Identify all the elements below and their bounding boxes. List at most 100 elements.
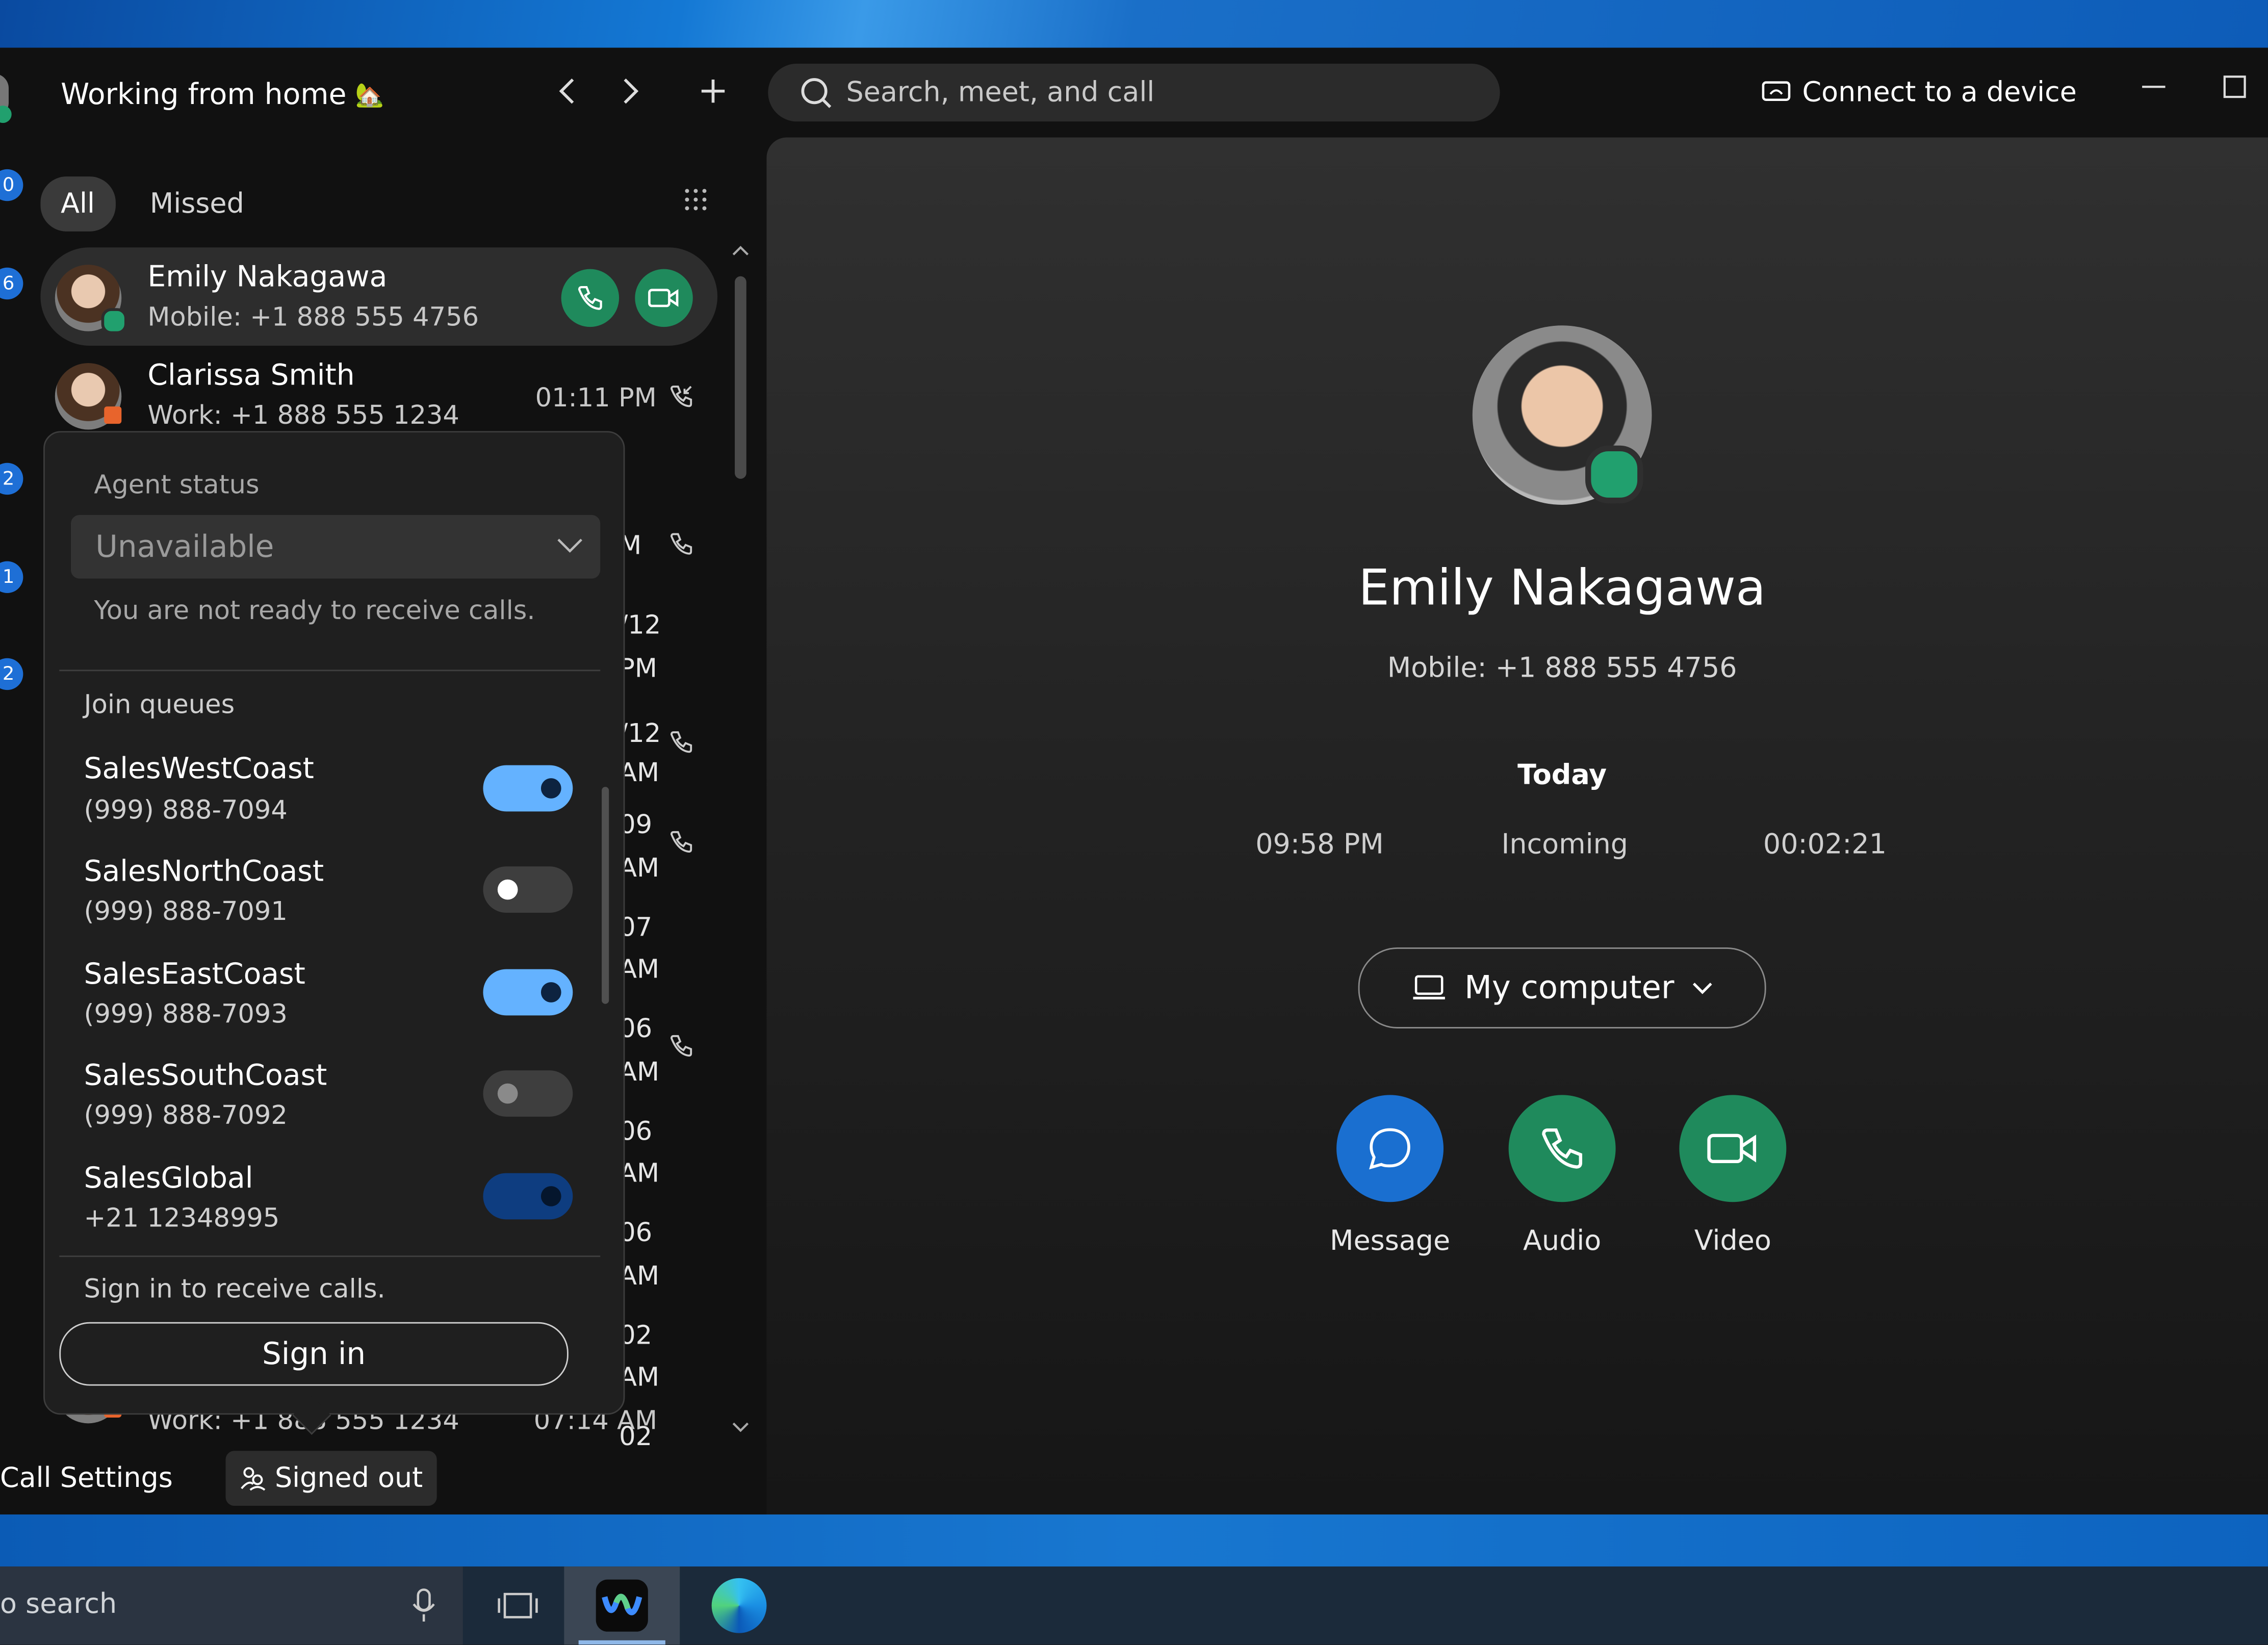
popup-scrollbar[interactable]: [602, 787, 609, 1004]
agent-status-popup: Agent status Unavailable You are not rea…: [43, 431, 625, 1415]
window-title[interactable]: Working from home 🏡: [61, 76, 384, 111]
chevron-down-icon: [557, 538, 582, 553]
maximize-icon: [2223, 75, 2246, 98]
caller-number: Mobile: +1 888 555 4756: [147, 302, 479, 333]
webex-logo-icon: [596, 1579, 648, 1632]
call-filter-tabs: All Missed: [40, 176, 264, 232]
queue-number: +21 12348995: [84, 1203, 280, 1234]
plus-icon: [701, 80, 725, 103]
chevron-down-icon: [1692, 982, 1712, 994]
call-time-fragment: AM: [619, 853, 660, 884]
video-icon: [648, 289, 679, 307]
history-duration: 00:02:21: [1763, 829, 1887, 861]
sign-in-hint: Sign in to receive calls.: [84, 1274, 385, 1305]
queue-toggle-salessouthcoast[interactable]: [483, 1070, 573, 1117]
call-time-fragment: AM: [619, 1159, 660, 1189]
call-row[interactable]: Emily Nakagawa Mobile: +1 888 555 4756: [40, 247, 718, 346]
queue-name: SalesSouthCoast: [84, 1057, 327, 1092]
phone-icon: [1542, 1128, 1583, 1169]
queue-toggle-saleswestcoast[interactable]: [483, 765, 573, 812]
webex-taskbar-button[interactable]: [564, 1566, 680, 1645]
agent-status-dropdown[interactable]: Unavailable: [70, 515, 601, 579]
video-call-button[interactable]: [635, 269, 693, 327]
connect-to-device-button[interactable]: Connect to a device: [1762, 76, 2077, 109]
device-connect-icon: [1762, 81, 1791, 101]
signed-out-label: Signed out: [274, 1462, 423, 1495]
device-selector-button[interactable]: My computer: [1358, 947, 1766, 1029]
agent-status-label: Agent status: [94, 470, 260, 501]
message-button[interactable]: [1336, 1095, 1444, 1202]
queue-number: (999) 888-7093: [84, 999, 288, 1030]
dialpad-icon: [685, 189, 707, 211]
audio-call-button[interactable]: [561, 269, 620, 327]
maximize-button[interactable]: [2222, 74, 2248, 107]
queue-toggle-salesnorthcoast[interactable]: [483, 866, 573, 913]
sign-in-button[interactable]: Sign in: [59, 1322, 569, 1386]
audio-button[interactable]: [1508, 1095, 1616, 1202]
queue-number: (999) 888-7094: [84, 795, 288, 826]
divider: [59, 1255, 601, 1257]
scroll-up-icon: [732, 246, 749, 255]
call-row[interactable]: Clarissa Smith Work: +1 888 555 1234 01:…: [40, 346, 717, 444]
call-settings-link[interactable]: Call Settings: [0, 1462, 173, 1494]
tab-missed[interactable]: Missed: [130, 176, 264, 232]
queue-toggle-saleseastcoast[interactable]: [483, 969, 573, 1016]
toggle-knob: [540, 1186, 561, 1206]
contact-name: Emily Nakagawa: [1358, 559, 1766, 618]
video-button[interactable]: [1679, 1095, 1787, 1202]
caller-number: Work: +1 888 555 1234: [147, 400, 459, 431]
taskbar-search-text: o search: [0, 1588, 117, 1621]
active-indicator: [578, 1640, 665, 1645]
caller-name: Clarissa Smith: [147, 357, 355, 392]
call-time-fragment: /12: [619, 610, 661, 641]
task-view-button[interactable]: [460, 1566, 576, 1644]
search-placeholder: Search, meet, and call: [846, 76, 1155, 109]
queue-number: (999) 888-7091: [84, 896, 288, 928]
divider: [59, 670, 601, 672]
new-button[interactable]: [693, 71, 733, 111]
screen: Working from home 🏡 Search, meet, and ca…: [0, 0, 2268, 1645]
title-text: Working from home: [61, 76, 347, 112]
queue-number: (999) 888-7092: [84, 1100, 288, 1132]
taskbar-search[interactable]: o search: [0, 1566, 463, 1645]
incoming-call-icon: [671, 1035, 692, 1057]
contact-detail-panel: Emily Nakagawa Mobile: +1 888 555 4756 T…: [766, 137, 2268, 1515]
queue-name: SalesWestCoast: [84, 751, 314, 786]
edge-taskbar-button[interactable]: [681, 1566, 797, 1644]
history-time: 09:58 PM: [1255, 829, 1384, 861]
microphone-icon[interactable]: [412, 1588, 435, 1623]
laptop-icon: [1413, 975, 1446, 999]
tab-all[interactable]: All: [40, 176, 115, 232]
forward-button[interactable]: [610, 71, 651, 111]
call-time-fragment: AM: [619, 1261, 660, 1292]
call-time-fragment: /12: [619, 718, 661, 750]
toggle-knob: [540, 982, 561, 1003]
queue-name: SalesGlobal: [84, 1160, 253, 1195]
join-queues-label: Join queues: [84, 690, 235, 721]
queue-toggle-salesglobal[interactable]: [483, 1173, 573, 1220]
incoming-call-icon: [671, 533, 692, 555]
incoming-call-icon: [671, 385, 692, 407]
signed-out-button[interactable]: Signed out: [225, 1451, 437, 1506]
task-view-icon: [498, 1592, 538, 1618]
video-label: Video: [1694, 1225, 1771, 1257]
back-button[interactable]: [547, 71, 587, 111]
taskbar: o search: [0, 1566, 2268, 1645]
minimize-button[interactable]: [2141, 74, 2167, 107]
webex-app-window: Working from home 🏡 Search, meet, and ca…: [0, 47, 2268, 1515]
phone-icon: [578, 286, 602, 310]
rail-badge[interactable]: 0: [0, 169, 23, 201]
call-list-scrollbar[interactable]: [729, 239, 752, 1445]
contact-mobile: Mobile: +1 888 555 4756: [1387, 652, 1737, 684]
history-direction: Incoming: [1501, 829, 1629, 861]
search-icon: [801, 78, 832, 108]
toggle-knob: [497, 879, 518, 900]
call-time-fragment: AM: [619, 1057, 660, 1088]
scrollbar-thumb[interactable]: [735, 276, 746, 479]
dialpad-button[interactable]: [683, 187, 709, 218]
incoming-call-icon: [671, 731, 692, 753]
search-bar[interactable]: Search, meet, and call: [768, 63, 1500, 122]
edge-browser-icon: [711, 1578, 767, 1633]
call-time-fragment: AM: [619, 758, 660, 789]
desktop-wallpaper-top: [0, 0, 2268, 48]
